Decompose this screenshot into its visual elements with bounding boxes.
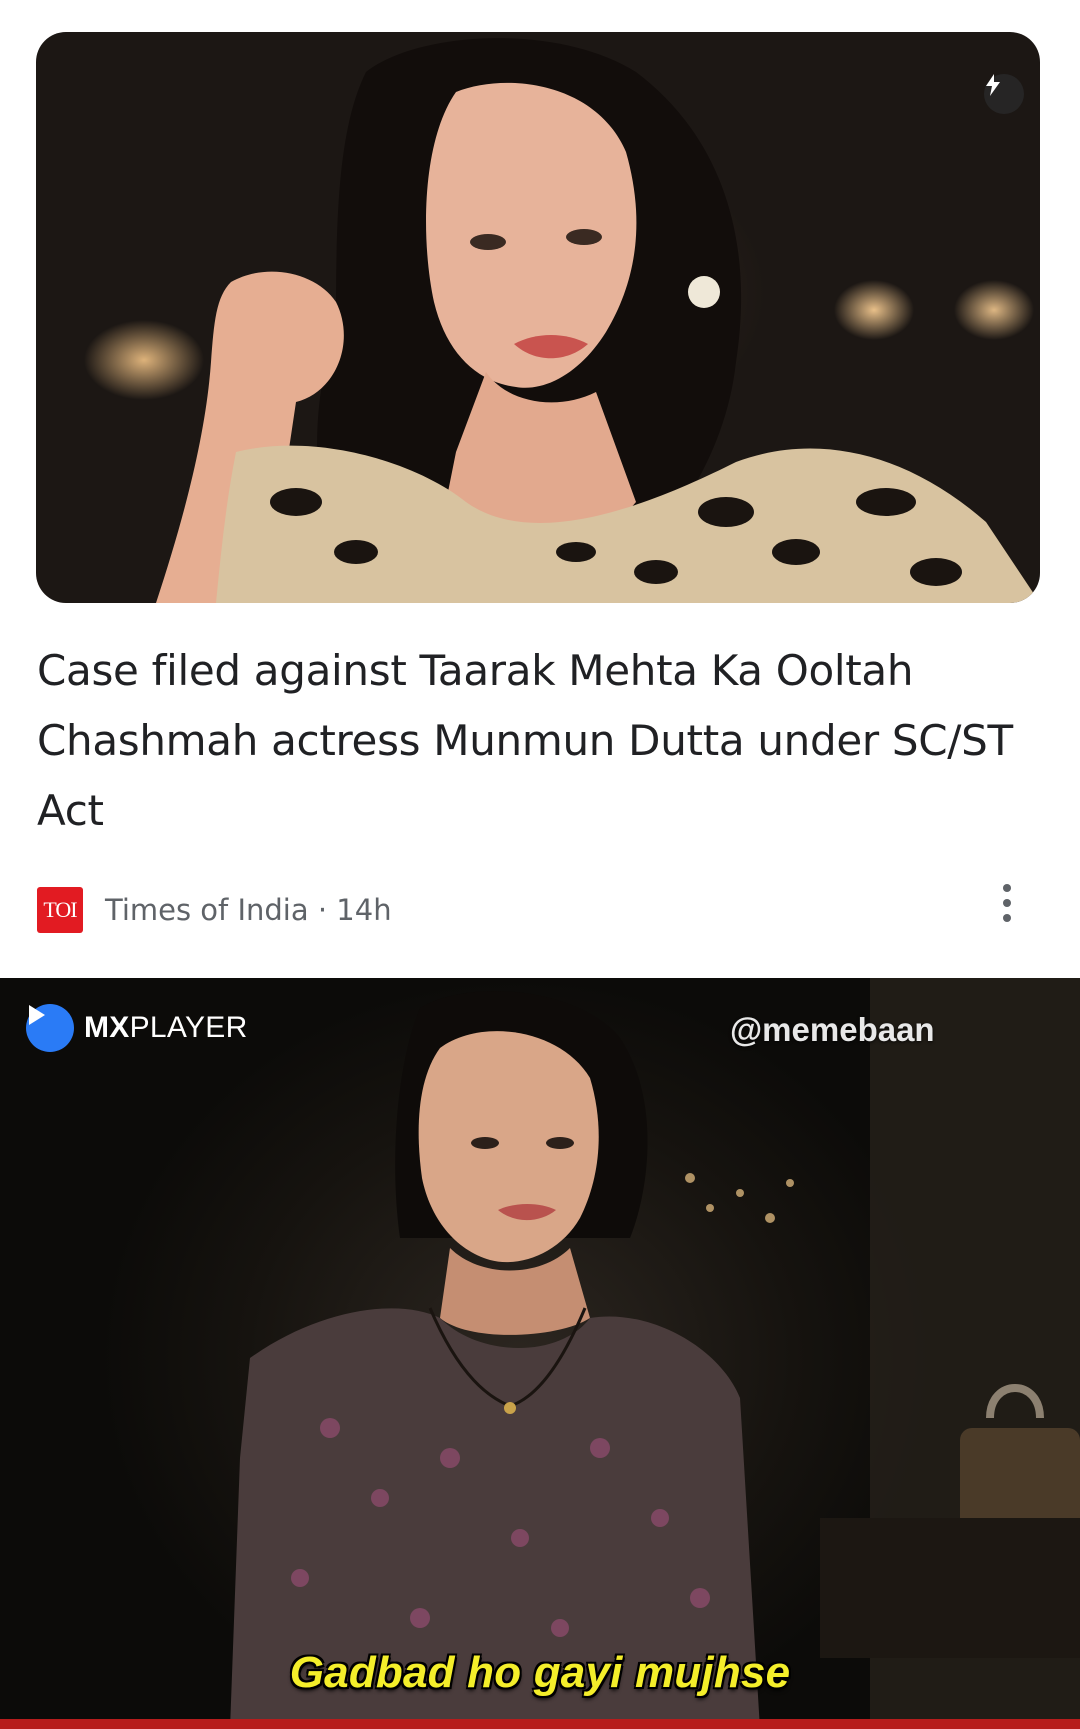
meme-caption: Gadbad ho gayi mujhse <box>289 1648 791 1697</box>
bottom-accent-bar <box>0 1719 1080 1729</box>
mx-player-logo: MXPLAYER <box>26 1004 248 1052</box>
play-icon <box>26 1004 74 1052</box>
mx-player-wordmark: MXPLAYER <box>84 1011 248 1044</box>
more-vertical-icon <box>1003 884 1011 892</box>
source-and-time: Times of India · 14h <box>105 893 392 927</box>
source-logo: TOI <box>37 887 83 933</box>
article-thumbnail[interactable] <box>36 32 1040 603</box>
article-headline[interactable]: Case filed against Taarak Mehta Ka Oolta… <box>37 636 1017 846</box>
creator-watermark: @memebaan <box>730 1011 935 1048</box>
source-row: TOI Times of India · 14h <box>37 886 392 934</box>
actress-screenshot <box>230 978 1080 1729</box>
actress-photo <box>156 38 1040 603</box>
bolt-icon <box>984 74 1024 114</box>
meme-frame: MXPLAYER @memebaan Gadbad ho gayi mujhse <box>0 978 1080 1729</box>
news-card[interactable]: Case filed against Taarak Mehta Ka Oolta… <box>0 0 1080 978</box>
more-options-button[interactable] <box>990 878 1024 928</box>
